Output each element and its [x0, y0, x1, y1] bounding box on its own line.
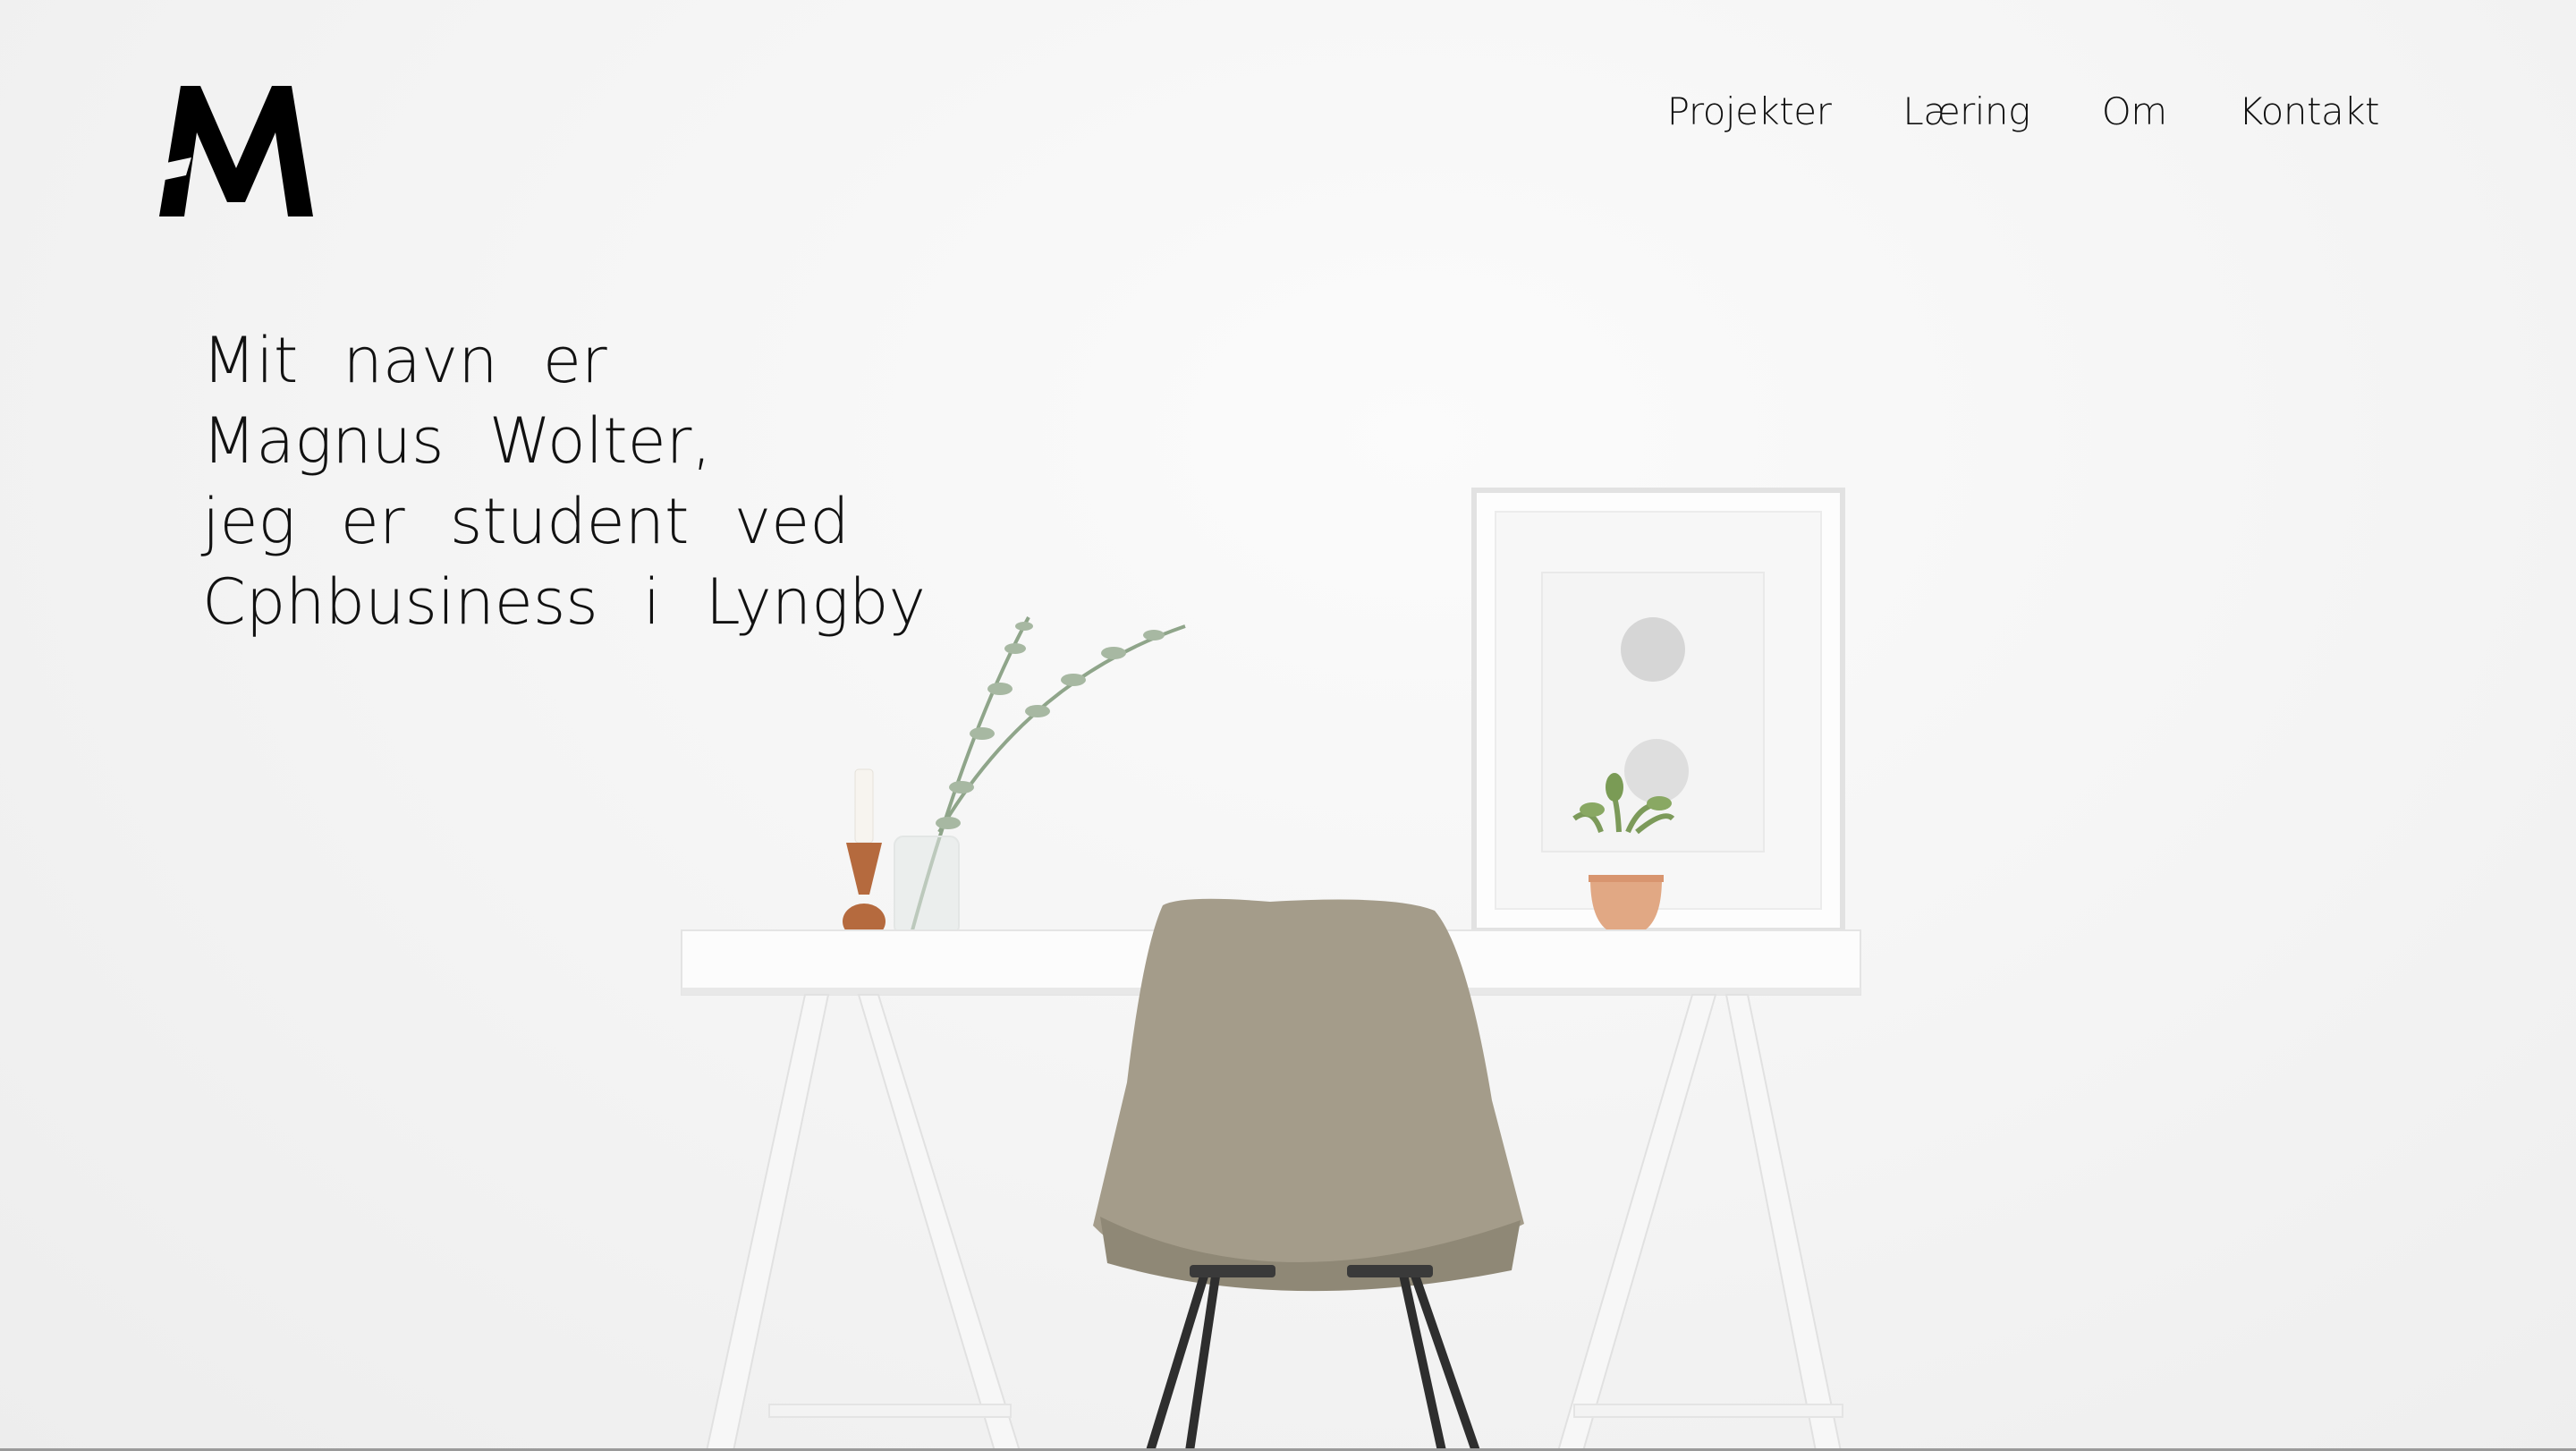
chair — [1093, 898, 1524, 1451]
eucalyptus-vase — [894, 616, 1186, 936]
hero-section: Projekter Læring Om Kontakt Mit navn er … — [0, 0, 2576, 1451]
hero-background-photo — [681, 488, 1861, 1451]
candle-holder — [843, 768, 886, 939]
logo[interactable] — [159, 86, 313, 216]
intro-line: Mit navn er — [202, 324, 607, 397]
nav-link-kontakt[interactable]: Kontakt — [2239, 89, 2380, 133]
nav-link-laering[interactable]: Læring — [1902, 89, 2030, 133]
main-navigation: Projekter Læring Om Kontakt — [1667, 89, 2380, 133]
intro-line: Cphbusiness i Lyngby — [202, 565, 926, 639]
intro-line: Magnus Wolter, — [202, 404, 712, 478]
nav-link-om[interactable]: Om — [2102, 89, 2167, 133]
picture-frame — [1471, 488, 1845, 933]
intro-heading: Mit navn er Magnus Wolter, jeg er studen… — [202, 320, 926, 642]
intro-line: jeg er student ved — [202, 485, 850, 558]
nav-link-projekter[interactable]: Projekter — [1667, 89, 1832, 133]
